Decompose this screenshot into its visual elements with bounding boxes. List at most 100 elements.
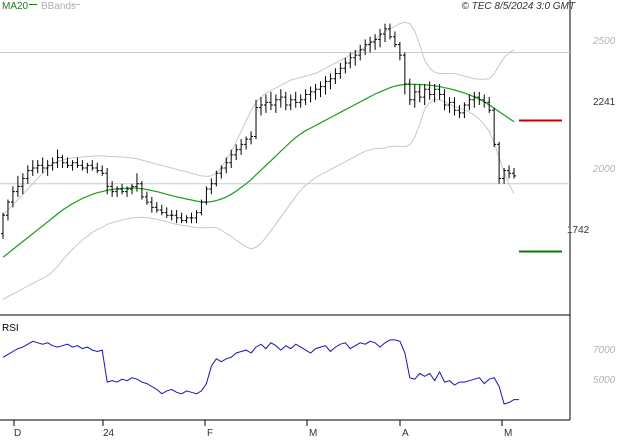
copyright-source: © TEC 8/5/2024 3:0 GMT [461, 1, 575, 12]
price-bar [457, 105, 462, 119]
price-bar [373, 34, 378, 50]
price-bar [70, 160, 75, 171]
stock-chart: MA20 BBands © TEC 8/5/2024 3:0 GMT 2500 … [0, 0, 616, 439]
price-bar [278, 89, 283, 108]
price-bar [234, 144, 239, 161]
price-bar [507, 165, 512, 179]
price-bar [293, 91, 298, 108]
price-bar [368, 36, 373, 53]
price-bar [417, 84, 422, 103]
price-bar [442, 89, 447, 111]
price-bar [95, 162, 100, 174]
price-bar [402, 52, 407, 95]
price-bar [159, 204, 164, 216]
price-bar [298, 94, 303, 108]
x-tick-f: F [207, 428, 213, 439]
price-bar [174, 210, 179, 224]
price-bar [50, 157, 55, 171]
rsi-tick-7000: 7000 [593, 345, 616, 356]
price-bar [288, 94, 293, 111]
price-bar [333, 68, 338, 84]
price-bar [164, 207, 169, 218]
price-bar [283, 91, 288, 111]
price-bar [115, 186, 120, 197]
bbands-legend-swatch [72, 4, 80, 5]
price-bar [55, 149, 60, 168]
x-axis-ticks [13, 420, 503, 426]
price-bar [219, 165, 224, 179]
price-bar [472, 91, 477, 108]
price-bar [407, 78, 412, 105]
price-bar [60, 154, 65, 168]
price-bar [422, 84, 427, 105]
y-tick-2500: 2500 [592, 36, 616, 47]
price-bar [144, 191, 149, 205]
price-bar [25, 165, 30, 184]
price-bar [85, 162, 90, 174]
price-bar [224, 157, 229, 174]
price-bar [229, 149, 234, 168]
price-bar [90, 160, 95, 171]
price-bar [80, 160, 85, 171]
price-bar [10, 186, 15, 208]
price-bar [1, 212, 5, 239]
bbands-legend: BBands [41, 1, 76, 12]
price-bar [5, 199, 10, 221]
price-bar [387, 23, 392, 40]
price-bar [303, 89, 308, 105]
ma20-legend-swatch [29, 4, 37, 5]
rsi-tick-5000: 5000 [593, 375, 616, 386]
price-bar [254, 99, 259, 140]
price-bar [492, 107, 497, 147]
price-bar [45, 160, 50, 176]
price-bar [343, 57, 348, 74]
price-bar [258, 97, 263, 116]
x-tick-m1: M [309, 428, 317, 439]
price-bar [30, 160, 35, 176]
price-bar [308, 86, 313, 103]
price-bar [179, 212, 184, 224]
x-tick-a: A [402, 428, 409, 439]
price-bar [244, 136, 249, 150]
price-bar [512, 168, 516, 179]
price-bar [268, 91, 273, 111]
price-bar [100, 165, 105, 176]
price-bar [239, 139, 244, 155]
bband-upper-line [2, 21, 515, 216]
price-bar [338, 63, 343, 79]
ma20-line [2, 83, 515, 258]
price-bar [313, 84, 318, 100]
price-bar [397, 42, 402, 61]
price-bar [149, 196, 154, 213]
price-bar [184, 215, 189, 224]
price-bar [412, 84, 417, 108]
rsi-line [2, 339, 519, 405]
x-tick-24: 24 [103, 428, 115, 439]
price-bar [323, 76, 328, 95]
price-bar [209, 178, 214, 195]
x-tick-d: D [14, 428, 21, 439]
rsi-panel [2, 339, 519, 405]
price-bar [189, 212, 194, 224]
x-tick-m2: M [504, 428, 512, 439]
price-bar [154, 202, 159, 213]
price-bar [169, 210, 174, 221]
price-bar [318, 81, 323, 98]
price-bar [328, 73, 333, 90]
price-bar [15, 175, 20, 197]
price-panel [0, 21, 570, 300]
price-bar [392, 31, 397, 48]
resistance-label: 2241 [593, 97, 616, 108]
price-bar [263, 94, 268, 113]
price-bar [487, 97, 492, 113]
price-bar [75, 157, 80, 168]
price-bar [273, 94, 278, 113]
ma20-legend: MA20 [2, 1, 29, 12]
price-bar [249, 131, 254, 145]
price-bar [35, 160, 40, 174]
support-label: 1742 [567, 225, 590, 236]
price-bar [378, 28, 383, 48]
price-bar [427, 81, 432, 100]
price-bar [40, 157, 45, 174]
price-bar [467, 94, 472, 111]
